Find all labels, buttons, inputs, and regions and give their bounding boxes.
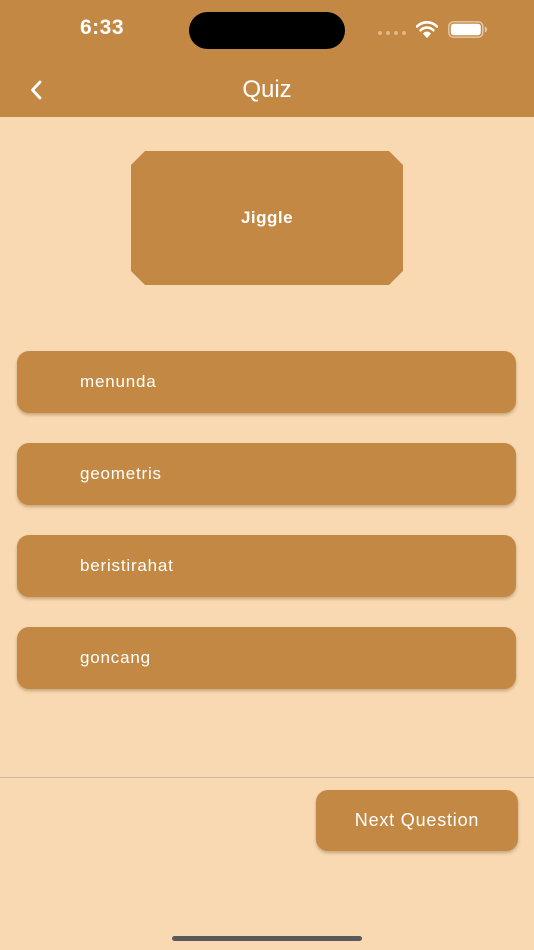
home-indicator[interactable] (172, 936, 362, 941)
next-question-button[interactable]: Next Question (316, 790, 518, 851)
question-word: Jiggle (240, 208, 294, 227)
answer-option-label: menunda (80, 372, 157, 391)
status-time: 6:33 (79, 16, 125, 39)
question-word-card: Jiggle (131, 151, 403, 285)
answer-option-label: goncang (80, 648, 151, 667)
footer-divider (0, 777, 534, 778)
answer-option-1[interactable]: menunda (17, 351, 516, 413)
answer-option-2[interactable]: geometris (17, 443, 516, 505)
dynamic-island (189, 12, 345, 49)
page-title: Quiz (242, 76, 292, 103)
app-header: 6:33 Quiz (0, 0, 534, 117)
wifi-icon (416, 21, 438, 38)
answer-option-label: beristirahat (80, 556, 174, 575)
signal-dots-icon (378, 31, 406, 37)
answer-option-3[interactable]: beristirahat (17, 535, 516, 597)
answer-option-4[interactable]: goncang (17, 627, 516, 689)
answer-option-label: geometris (80, 464, 162, 483)
battery-icon (448, 21, 487, 38)
